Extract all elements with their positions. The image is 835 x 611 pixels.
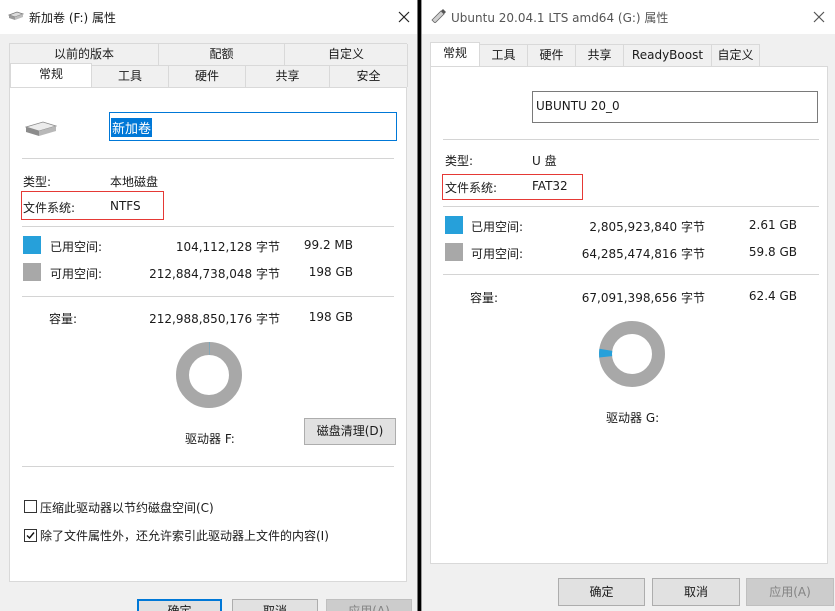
type-value: 本地磁盘: [110, 175, 159, 189]
free-space-bytes: 64,285,474,816 字节: [581, 247, 705, 261]
separator: [443, 206, 819, 207]
tab-customize[interactable]: 自定义: [712, 44, 760, 66]
used-space-label: 已用空间:: [50, 240, 103, 254]
capacity-bytes: 67,091,398,656 字节: [581, 291, 705, 305]
usb-drive-icon: [430, 9, 446, 26]
capacity-size: 62.4 GB: [748, 289, 797, 303]
cancel-button[interactable]: 取消: [652, 578, 740, 606]
index-label: 除了文件属性外，还允许索引此驱动器上文件的内容(I): [40, 529, 329, 543]
separator: [22, 296, 394, 297]
tab-row: 常规 工具 硬件 共享 ReadyBoost 自定义: [430, 42, 828, 66]
used-space-swatch: [23, 236, 41, 254]
close-icon: [398, 11, 410, 23]
left-titlebar: 新加卷 (F:) 属性: [0, 0, 417, 34]
close-button[interactable]: [393, 6, 415, 28]
free-space-bytes: 212,884,738,048 字节: [149, 267, 280, 281]
capacity-size: 198 GB: [308, 310, 353, 324]
capacity-label: 容量:: [470, 291, 499, 305]
usage-donut-chart: [599, 321, 665, 387]
tab-quota[interactable]: 配额: [159, 44, 285, 66]
separator: [22, 158, 394, 159]
tab-sharing[interactable]: 共享: [576, 44, 624, 66]
free-space-swatch: [445, 243, 463, 261]
index-checkbox[interactable]: [24, 529, 37, 542]
tab-general[interactable]: 常规: [430, 42, 480, 66]
used-space-size: 99.2 MB: [303, 238, 353, 252]
used-space-bytes: 2,805,923,840 字节: [589, 220, 705, 234]
tab-row-lower: 常规 工具 硬件 共享 安全: [9, 63, 408, 87]
free-space-label: 可用空间:: [50, 267, 103, 281]
free-space-size: 59.8 GB: [748, 245, 797, 259]
tab-general[interactable]: 常规: [10, 63, 92, 87]
volume-name-input[interactable]: 新加卷: [109, 112, 397, 141]
type-label: 类型:: [23, 175, 52, 189]
drive-icon: [24, 119, 58, 142]
type-label: 类型:: [445, 154, 474, 168]
tab-hardware[interactable]: 硬件: [528, 44, 576, 66]
drive-letter-label: 驱动器 F:: [185, 432, 235, 446]
compress-checkbox[interactable]: [24, 500, 37, 513]
capacity-bytes: 212,988,850,176 字节: [149, 312, 280, 326]
compress-label: 压缩此驱动器以节约磁盘空间(C): [40, 501, 214, 515]
tab-row-upper: 以前的版本 配额 自定义: [9, 43, 408, 66]
dialog-title: Ubuntu 20.04.1 LTS amd64 (G:) 属性: [451, 11, 669, 25]
separator: [443, 274, 819, 275]
cancel-button[interactable]: 取消: [232, 599, 318, 611]
apply-button[interactable]: 应用(A): [326, 599, 412, 611]
separator: [443, 139, 819, 140]
check-icon: [26, 532, 35, 540]
separator: [22, 226, 394, 227]
close-button[interactable]: [808, 6, 830, 28]
donut-free-arc: [599, 321, 665, 387]
filesystem-label: 文件系统:: [445, 181, 498, 195]
filesystem-value: FAT32: [532, 179, 568, 193]
tab-tools[interactable]: 工具: [92, 65, 169, 87]
volume-name-value: 新加卷: [111, 118, 153, 137]
used-space-size: 2.61 GB: [748, 218, 797, 232]
tab-customize[interactable]: 自定义: [285, 44, 408, 66]
right-properties-dialog: Ubuntu 20.04.1 LTS amd64 (G:) 属性 常规 工具 硬…: [421, 0, 835, 611]
tab-security[interactable]: 安全: [330, 65, 408, 87]
left-properties-dialog: 新加卷 (F:) 属性 以前的版本 配额 自定义 常规 工具 硬件 共享 安全 …: [0, 0, 418, 611]
used-space-label: 已用空间:: [471, 220, 524, 234]
general-panel: UBUNTU 20_0 类型: U 盘 文件系统: FAT32 已用空间: 2,…: [430, 66, 828, 564]
dialog-title: 新加卷 (F:) 属性: [29, 11, 117, 25]
drive-letter-label: 驱动器 G:: [606, 411, 660, 425]
free-space-swatch: [23, 263, 41, 281]
apply-button[interactable]: 应用(A): [746, 578, 834, 606]
filesystem-label: 文件系统:: [23, 201, 76, 215]
free-space-label: 可用空间:: [471, 247, 524, 261]
close-icon: [813, 11, 825, 23]
separator: [22, 466, 394, 467]
right-titlebar: Ubuntu 20.04.1 LTS amd64 (G:) 属性: [422, 0, 835, 34]
volume-name-value: UBUNTU 20_0: [536, 99, 620, 113]
donut-free-arc: [176, 342, 242, 408]
capacity-label: 容量:: [49, 312, 78, 326]
usage-donut-chart: [176, 342, 242, 408]
disk-cleanup-button[interactable]: 磁盘清理(D): [304, 418, 396, 445]
used-space-swatch: [445, 216, 463, 234]
tab-readyboost[interactable]: ReadyBoost: [624, 44, 712, 66]
general-panel: 新加卷 类型: 本地磁盘 文件系统: NTFS 已用空间: 104,112,12…: [9, 87, 407, 582]
ok-button[interactable]: 确定: [558, 578, 645, 606]
tab-hardware[interactable]: 硬件: [169, 65, 246, 87]
drive-icon: [7, 10, 25, 25]
used-space-bytes: 104,112,128 字节: [175, 240, 280, 254]
free-space-size: 198 GB: [308, 265, 353, 279]
tab-sharing[interactable]: 共享: [246, 65, 330, 87]
filesystem-value: NTFS: [110, 199, 141, 213]
tab-tools[interactable]: 工具: [480, 44, 528, 66]
type-value: U 盘: [532, 154, 557, 168]
volume-name-input[interactable]: UBUNTU 20_0: [532, 91, 818, 123]
ok-button[interactable]: 确定: [137, 599, 222, 611]
